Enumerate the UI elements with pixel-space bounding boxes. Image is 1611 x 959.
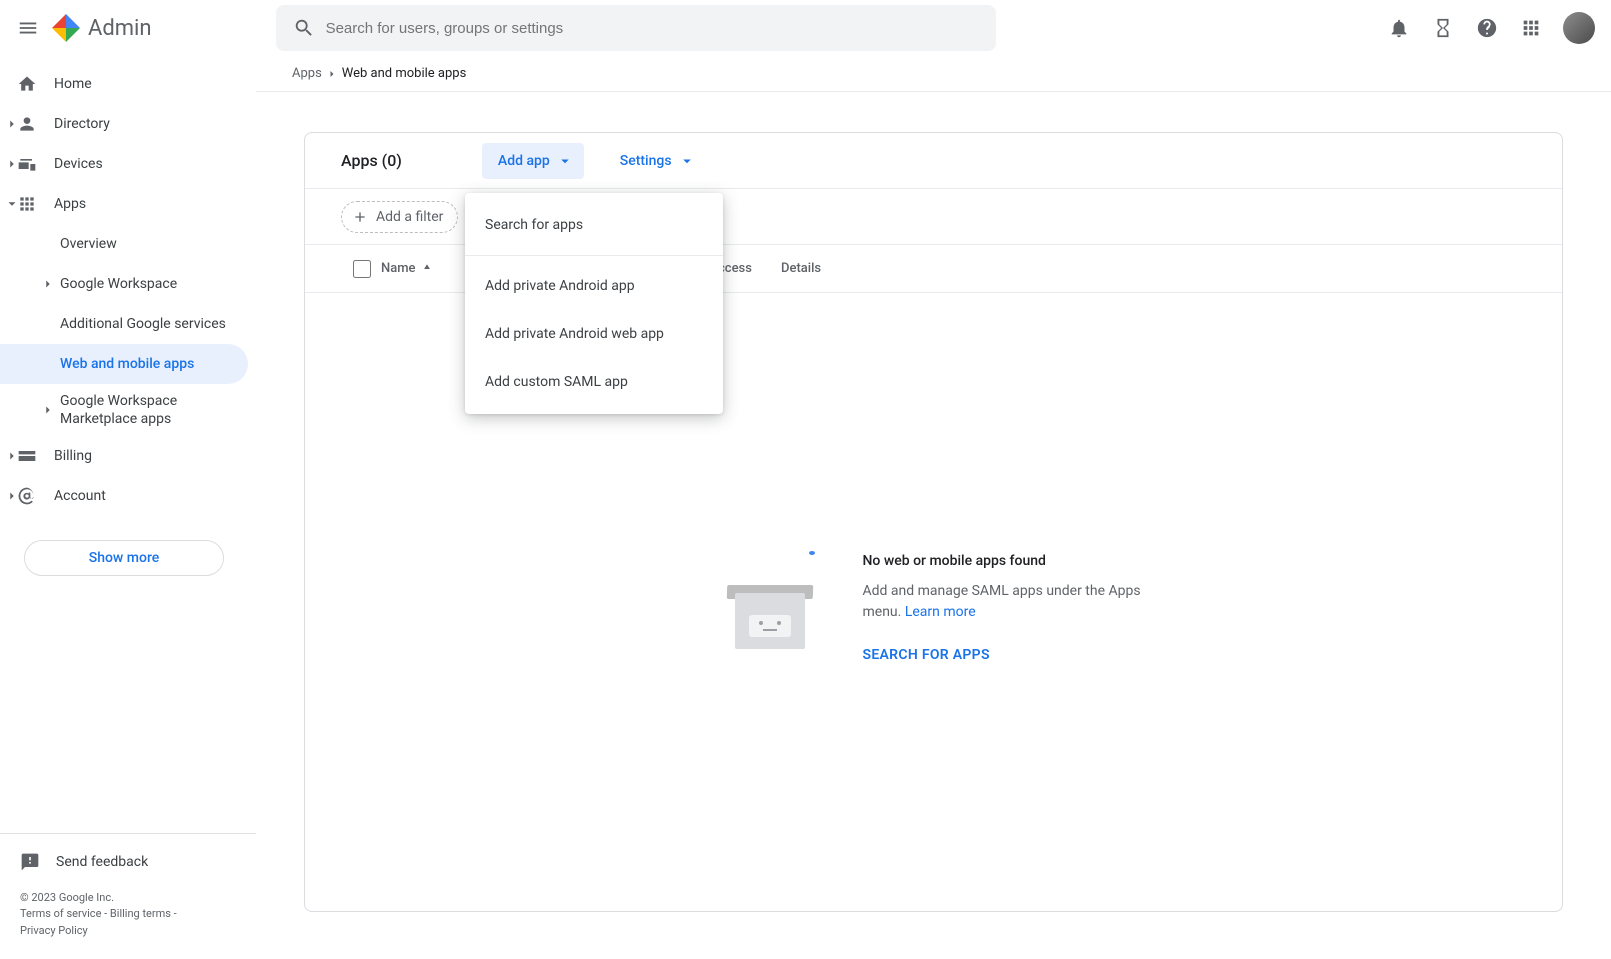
- chevron-right-icon: [38, 274, 58, 294]
- chevron-right-icon: [38, 400, 58, 420]
- account-avatar[interactable]: [1563, 12, 1595, 44]
- brand-logo-icon: [52, 14, 80, 42]
- nav-label: Google Workspace Marketplace apps: [60, 392, 236, 428]
- sort-asc-icon: [420, 262, 434, 276]
- breadcrumb-apps[interactable]: Apps: [292, 66, 322, 81]
- menu-add-custom-saml-app[interactable]: Add custom SAML app: [465, 358, 723, 406]
- nav-label: Google Workspace: [60, 276, 177, 292]
- empty-title: No web or mobile apps found: [863, 553, 1163, 569]
- menu-add-private-android-app[interactable]: Add private Android app: [465, 262, 723, 310]
- brand[interactable]: Admin: [52, 14, 152, 42]
- plus-icon: [352, 209, 368, 225]
- feedback-icon: [20, 852, 40, 872]
- show-more-label: Show more: [89, 550, 160, 566]
- chevron-right-icon: [2, 154, 22, 174]
- chevron-down-icon: [2, 194, 22, 214]
- nav-label: Devices: [54, 156, 103, 172]
- nav-label: Additional Google services: [60, 316, 226, 332]
- privacy-link[interactable]: Privacy Policy: [20, 924, 88, 937]
- nav-apps-overview[interactable]: Overview: [0, 224, 248, 264]
- breadcrumb-current: Web and mobile apps: [342, 66, 467, 81]
- top-bar-actions: [1379, 8, 1603, 48]
- nav-label: Overview: [60, 236, 117, 252]
- column-details[interactable]: Details: [781, 261, 1526, 276]
- bell-icon: [1388, 17, 1410, 39]
- nav-label: Home: [54, 76, 92, 92]
- nav-directory[interactable]: Directory: [0, 104, 248, 144]
- main: Apps Web and mobile apps Apps (0) Add ap…: [256, 56, 1611, 959]
- help-icon: [1476, 17, 1498, 39]
- main-menu-button[interactable]: [8, 8, 48, 48]
- nav-label: Account: [54, 488, 106, 504]
- empty-text: No web or mobile apps found Add and mana…: [863, 553, 1163, 663]
- notifications-button[interactable]: [1379, 8, 1419, 48]
- settings-label: Settings: [620, 153, 672, 169]
- card-header: Apps (0) Add app Settings: [305, 133, 1562, 189]
- home-icon: [16, 73, 38, 95]
- add-app-menu: Search for apps Add private Android app …: [465, 193, 723, 414]
- search-icon: [293, 17, 315, 39]
- menu-search-for-apps[interactable]: Search for apps: [465, 201, 723, 249]
- nav-home[interactable]: Home: [0, 64, 248, 104]
- dropdown-icon: [678, 152, 696, 170]
- legal-text: © 2023 Google Inc. Terms of service - Bi…: [0, 882, 256, 952]
- nav-apps-google-workspace[interactable]: Google Workspace: [0, 264, 248, 304]
- help-button[interactable]: [1467, 8, 1507, 48]
- content: Apps (0) Add app Settings Add a filter: [256, 92, 1611, 959]
- search-input[interactable]: [324, 19, 988, 38]
- nav-devices[interactable]: Devices: [0, 144, 248, 184]
- sidebar-footer: Send feedback © 2023 Google Inc. Terms o…: [0, 833, 256, 959]
- nav-label: Web and mobile apps: [60, 356, 194, 372]
- chevron-right-icon: [2, 446, 22, 466]
- learn-more-link[interactable]: Learn more: [905, 604, 976, 620]
- billing-terms-link[interactable]: Billing terms: [110, 907, 171, 920]
- menu-icon: [17, 17, 39, 39]
- card-title: Apps (0): [341, 151, 402, 170]
- global-search[interactable]: [276, 5, 996, 51]
- sidebar: Home Directory Devices Apps Overview Goo…: [0, 56, 256, 959]
- hourglass-icon: [1432, 17, 1454, 39]
- chevron-right-icon: [2, 114, 22, 134]
- tasks-button[interactable]: [1423, 8, 1463, 48]
- show-more-button[interactable]: Show more: [24, 540, 224, 576]
- dropdown-icon: [556, 152, 574, 170]
- add-app-label: Add app: [498, 153, 550, 169]
- empty-box-icon: [705, 543, 835, 673]
- nav-apps-additional-services[interactable]: Additional Google services: [0, 304, 248, 344]
- nav-apps-web-and-mobile[interactable]: Web and mobile apps: [0, 344, 248, 384]
- filter-label: Add a filter: [376, 209, 443, 225]
- nav-account[interactable]: Account: [0, 476, 248, 516]
- nav-apps-marketplace[interactable]: Google Workspace Marketplace apps: [0, 384, 248, 436]
- nav-label: Directory: [54, 116, 110, 132]
- top-bar: Admin: [0, 0, 1611, 56]
- empty-description: Add and manage SAML apps under the Apps …: [863, 581, 1163, 623]
- select-all[interactable]: [341, 257, 381, 281]
- nav-label: Apps: [54, 196, 86, 212]
- chevron-right-icon: [2, 486, 22, 506]
- nav-apps[interactable]: Apps: [0, 184, 248, 224]
- brand-name: Admin: [88, 16, 152, 41]
- copyright: © 2023 Google Inc.: [20, 891, 114, 904]
- nav-billing[interactable]: Billing: [0, 436, 248, 476]
- menu-add-private-android-web-app[interactable]: Add private Android web app: [465, 310, 723, 358]
- nav-label: Billing: [54, 448, 92, 464]
- breadcrumb: Apps Web and mobile apps: [256, 56, 1611, 92]
- search-for-apps-button[interactable]: SEARCH FOR APPS: [863, 647, 1163, 663]
- apps-launcher-button[interactable]: [1511, 8, 1551, 48]
- select-all-checkbox[interactable]: [353, 260, 371, 278]
- apps-grid-icon: [1520, 17, 1542, 39]
- search-button[interactable]: [284, 8, 324, 48]
- chevron-right-icon: [326, 68, 338, 80]
- send-feedback-button[interactable]: Send feedback: [0, 842, 256, 882]
- menu-divider: [465, 255, 723, 256]
- apps-card: Apps (0) Add app Settings Add a filter: [304, 132, 1563, 912]
- terms-link[interactable]: Terms of service: [20, 907, 101, 920]
- add-app-button[interactable]: Add app: [482, 143, 584, 179]
- settings-button[interactable]: Settings: [604, 143, 706, 179]
- feedback-label: Send feedback: [56, 854, 148, 870]
- add-filter-chip[interactable]: Add a filter: [341, 201, 458, 233]
